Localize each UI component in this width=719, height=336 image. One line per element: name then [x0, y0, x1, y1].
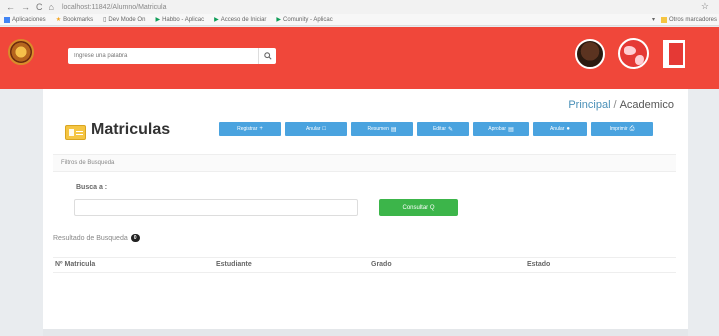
- search-button[interactable]: [258, 48, 276, 64]
- play-icon: ▶: [214, 17, 219, 23]
- play-icon: ▶: [276, 17, 282, 23]
- results-count-badge: 0: [130, 234, 140, 242]
- panel-footer: [43, 329, 688, 336]
- forward-icon[interactable]: →: [21, 2, 30, 12]
- consultar-button[interactable]: Consultar Q: [379, 199, 458, 216]
- breadcrumb-separator: /: [613, 99, 617, 111]
- page-icon: ▯: [103, 17, 107, 23]
- registrar-button[interactable]: Registrar +: [219, 122, 281, 136]
- school-logo-icon[interactable]: [8, 39, 34, 65]
- search-icon: Q: [429, 204, 435, 211]
- edit-icon: ✎: [448, 126, 454, 133]
- bookmark-item[interactable]: ▶ Comunity - Aplicac: [276, 16, 332, 24]
- list-icon: ▤: [390, 126, 397, 133]
- app-header: [0, 27, 719, 89]
- breadcrumb: Principal / Academico: [568, 99, 674, 111]
- bookmarks-bar: Aplicaciones ★ Bookmarks ▯ Dev Mode On ▶ Ha…: [0, 14, 719, 26]
- column-header-estudiante: Estudiante: [216, 261, 252, 268]
- page-title: Matriculas: [91, 121, 171, 138]
- search-input[interactable]: [68, 53, 258, 59]
- imprimir-button[interactable]: Imprimir ⎙: [591, 122, 653, 136]
- column-header-estado: Estado: [527, 261, 551, 268]
- list-icon: ▤: [508, 126, 514, 133]
- other-bookmarks[interactable]: Otros marcadores: [660, 16, 717, 23]
- search-bar: [68, 48, 276, 64]
- filters-section-header: Filtros de Busqueda: [53, 154, 676, 172]
- address-bar[interactable]: localhost:11842/Alumno/Matricula: [62, 4, 167, 11]
- busca-input[interactable]: [74, 199, 358, 216]
- breadcrumb-academico: Academico: [619, 99, 674, 111]
- play-icon: ▶: [155, 17, 161, 23]
- flag-icon[interactable]: [663, 40, 685, 68]
- anular-button-2[interactable]: Anular ●: [533, 122, 587, 136]
- anular-button[interactable]: Anular □: [285, 122, 347, 136]
- busca-label: Busca a :: [76, 184, 108, 191]
- id-card-icon: [65, 125, 86, 140]
- bookmark-item[interactable]: ▯ Dev Mode On: [103, 16, 145, 24]
- reload-icon[interactable]: C: [36, 2, 43, 12]
- user-avatar[interactable]: [575, 39, 605, 69]
- results-section-header: Resultado de Busqueda 0: [53, 234, 140, 242]
- star-icon: ★: [55, 17, 62, 23]
- bookmark-item[interactable]: ▶ Habbo - Aplicac: [155, 16, 204, 24]
- bookmark-star-icon[interactable]: ☆: [701, 1, 709, 12]
- bookmark-apps[interactable]: Aplicaciones: [4, 16, 46, 23]
- print-icon: ⎙: [629, 125, 635, 132]
- breadcrumb-principal[interactable]: Principal: [568, 99, 610, 111]
- editar-button[interactable]: Editar ✎: [417, 122, 469, 136]
- resumen-button[interactable]: Resumen ▤: [351, 122, 413, 136]
- back-icon[interactable]: ←: [6, 2, 15, 12]
- results-table-header: Nº Matricula Estudiante Grado Estado: [53, 257, 676, 273]
- browser-toolbar: ← → C ⌂ localhost:11842/Alumno/Matricula…: [0, 0, 719, 14]
- search-icon: [263, 52, 272, 60]
- aprobar-button[interactable]: Aprobar ▤: [473, 122, 529, 136]
- bookmark-item[interactable]: ★ Bookmarks: [55, 16, 93, 24]
- bookmark-item[interactable]: ▶ Acceso de Iniciar: [214, 16, 266, 24]
- globe-icon[interactable]: [618, 38, 649, 69]
- circle-icon: ●: [566, 126, 571, 132]
- action-toolbar: Registrar + Anular □ Resumen ▤ Editar ✎ Apro…: [219, 122, 653, 136]
- column-header-grado: Grado: [371, 261, 392, 268]
- chevron-down-icon[interactable]: ▾: [652, 16, 655, 23]
- home-icon[interactable]: ⌂: [49, 2, 54, 12]
- main-panel: Principal / Academico Matriculas Registrar…: [43, 89, 688, 329]
- plus-icon: +: [259, 126, 263, 132]
- column-header-matricula: Nº Matricula: [55, 261, 96, 268]
- square-icon: □: [322, 126, 327, 132]
